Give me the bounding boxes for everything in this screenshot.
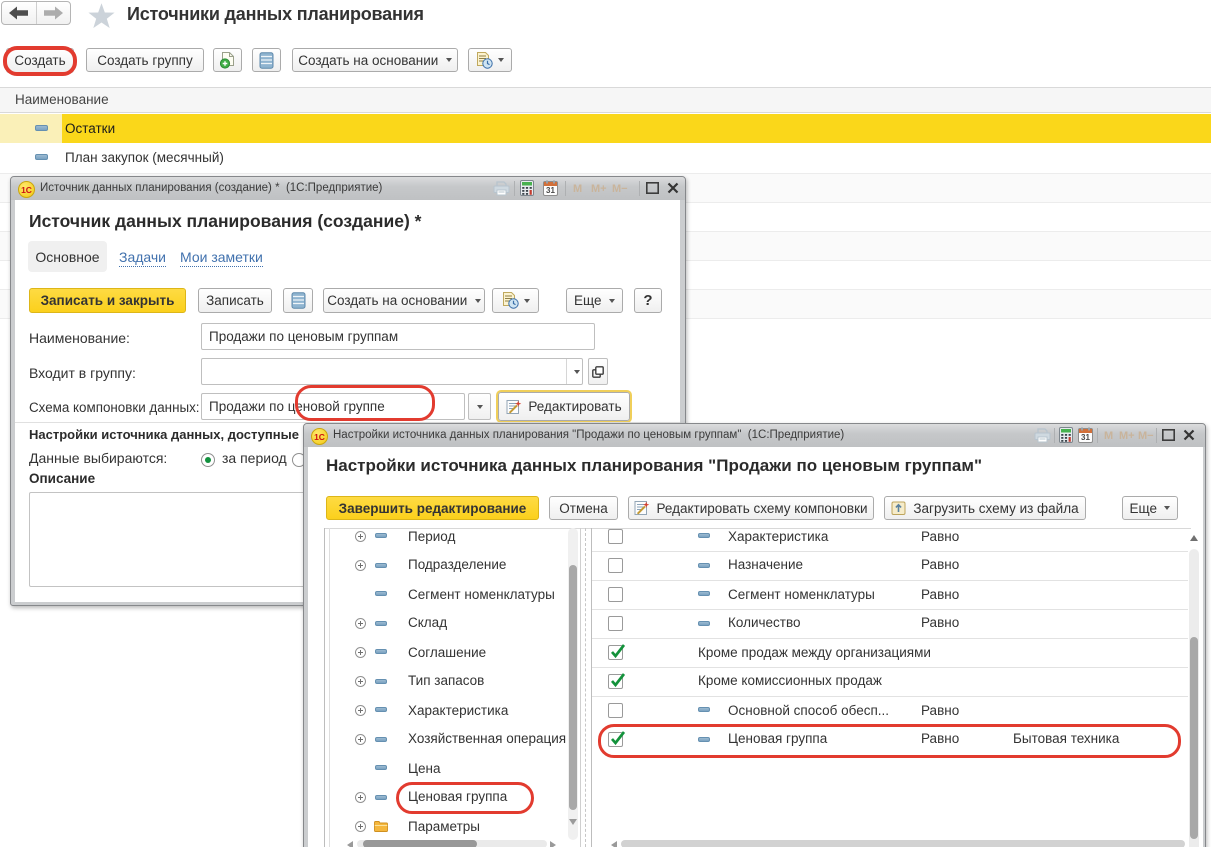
svg-text:31: 31 [546, 186, 555, 195]
svg-text:31: 31 [1081, 433, 1090, 442]
